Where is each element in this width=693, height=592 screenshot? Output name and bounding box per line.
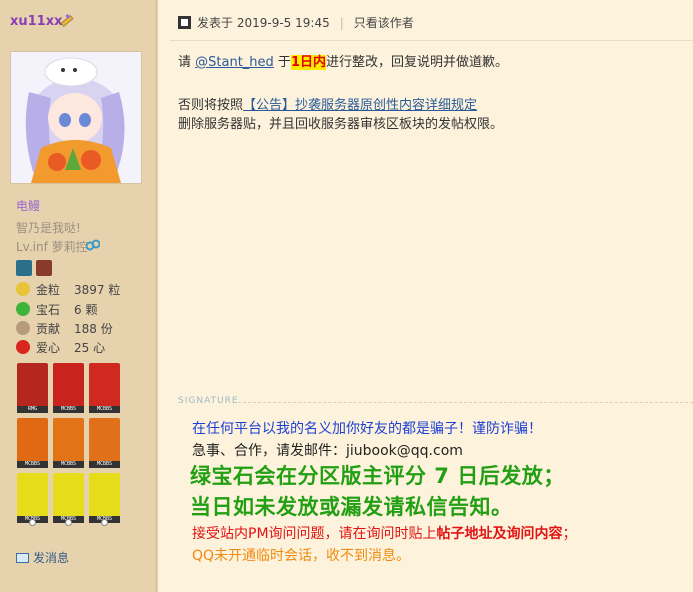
- post-line-3: 删除服务器贴，并且回收服务器审核区板块的发帖权限。: [178, 117, 504, 132]
- medal[interactable]: MCBBS: [17, 473, 48, 526]
- signature-line-2: 急事、合作，请发邮件：jiubook@qq.com: [192, 443, 463, 459]
- status-badges: [16, 260, 56, 280]
- online-status-icon: [178, 16, 191, 29]
- medal[interactable]: MCBBS: [53, 418, 84, 470]
- username-link[interactable]: xu11xx: [10, 14, 63, 29]
- medal-pin-icon: [29, 519, 36, 526]
- user-level: Lv.inf 萝莉控: [16, 240, 88, 254]
- stone-pickaxe-medal-icon: [17, 473, 48, 518]
- user-group[interactable]: 电鳗: [16, 197, 40, 214]
- windows-medal-icon: [89, 363, 120, 408]
- stat-contribution: 贡献 188 份: [16, 320, 113, 338]
- envelope-icon: [16, 553, 29, 563]
- signature-line-6: QQ未开通临时会话，收不到消息。: [192, 548, 411, 564]
- medal[interactable]: MCBBS: [17, 418, 48, 470]
- link-chain-icon: [86, 239, 100, 251]
- diamond-pickaxe-medal-icon: [89, 473, 120, 518]
- signature-divider: [238, 402, 693, 403]
- chestplate-icon: [36, 260, 52, 276]
- medal-pin-icon: [101, 519, 108, 526]
- post-content: 发表于 2019-9-5 19:45 | 只看该作者 请 @Stant_hed 于1…: [158, 0, 693, 592]
- author-only-link[interactable]: 只看该作者: [354, 16, 414, 30]
- helmet-icon: [16, 260, 32, 276]
- signature-line-3: 绿宝石会在分区版主评分 7 日后发放；: [190, 464, 565, 488]
- sapling-medal-icon: [53, 418, 84, 463]
- post-time: 2019-9-5 19:45: [236, 16, 330, 30]
- medal[interactable]: MCBBS: [53, 363, 84, 415]
- medal-pin-icon: [65, 519, 72, 526]
- mention-link[interactable]: @Stant_hed: [195, 55, 274, 70]
- apple-heart-icon: [16, 340, 30, 354]
- signature-label: SIGNATURE: [178, 396, 239, 406]
- avatar[interactable]: [10, 51, 142, 184]
- post-line-1: 请 @Stant_hed 于1日内进行整改，回复说明并做道歉。: [178, 55, 508, 70]
- medal[interactable]: RMG: [17, 363, 48, 415]
- stat-love: 爱心 25 心: [16, 339, 105, 357]
- wheat-seeds-medal-icon: [17, 418, 48, 463]
- signature-line-5: 接受站内PM询问问题，请在询问时贴上帖子地址及询问内容；: [192, 526, 577, 542]
- emerald-icon: [16, 302, 30, 316]
- user-sidebar: xu11xx 电鳗 智乃是我哒! Lv.inf 萝莉控 金粒 3897 粒 宝石…: [0, 0, 157, 592]
- custom-title: 智乃是我哒!: [16, 221, 81, 235]
- signature-line-1: 在任何平台以我的名义加你好友的都是骗子！谨防诈骗！: [192, 421, 542, 437]
- gold-nugget-icon: [16, 282, 30, 296]
- rmg-medal-icon: [17, 363, 48, 408]
- medal[interactable]: MCBBS: [89, 473, 120, 526]
- nether-wart-medal-icon: [89, 418, 120, 463]
- medal[interactable]: MCBBS: [89, 363, 120, 415]
- deadline-highlight: 1日内: [290, 55, 326, 70]
- post-paragraph-2: 否则将按照【公告】抄袭服务器原创性内容详细规定 删除服务器贴，并且回收服务器审核…: [178, 98, 504, 132]
- stat-gem: 宝石 6 颗: [16, 301, 97, 319]
- stat-gold: 金粒 3897 粒: [16, 281, 120, 299]
- java-medal-icon: [53, 363, 84, 408]
- rule-link[interactable]: 【公告】抄袭服务器原创性内容详细规定: [243, 98, 477, 113]
- medal[interactable]: MCBBS: [53, 473, 84, 526]
- iron-pickaxe-medal-icon: [53, 473, 84, 518]
- divider: |: [339, 16, 344, 30]
- signature-line-4: 当日如未发放或漏发请私信告知。: [190, 495, 513, 519]
- pencil-icon: [60, 14, 74, 27]
- post-header: 发表于 2019-9-5 19:45 | 只看该作者: [178, 14, 414, 32]
- header-divider: [170, 40, 693, 41]
- send-message-button[interactable]: 发消息: [16, 549, 69, 566]
- medal[interactable]: MCBBS: [89, 418, 120, 470]
- contribution-icon: [16, 321, 30, 335]
